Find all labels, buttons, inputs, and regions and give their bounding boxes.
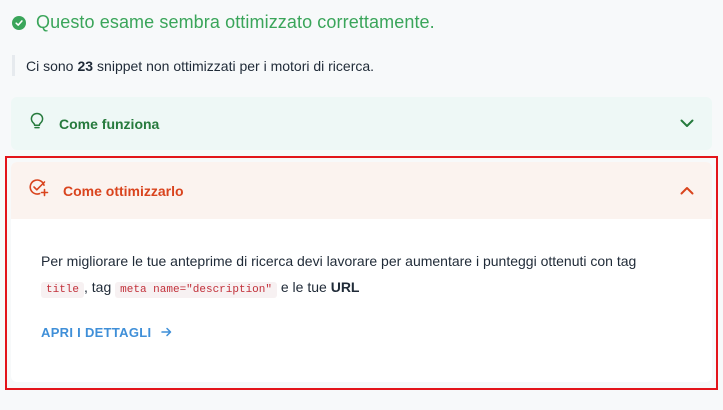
status-row: Questo esame sembra ottimizzato corretta… — [12, 12, 435, 33]
optimization-description: Per migliorare le tue anteprime di ricer… — [41, 248, 681, 303]
description-text-3: e le tue — [280, 279, 327, 295]
lightbulb-icon — [29, 112, 45, 135]
accordion-how-it-works-label: Come funziona — [59, 115, 160, 132]
description-text-2: , tag — [84, 279, 112, 295]
accordion-how-to-optimize-body: Per migliorare le tue anteprime di ricer… — [11, 219, 712, 342]
open-details-label: APRI I DETTAGLI — [41, 325, 152, 340]
chevron-up-icon[interactable] — [680, 182, 694, 200]
code-tag-meta-description: meta name="description" — [115, 282, 277, 298]
check-circle-icon — [12, 15, 26, 30]
description-text-1: Per migliorare le tue anteprime di ricer… — [41, 253, 637, 269]
snippet-count: 23 — [77, 57, 94, 74]
check-plus-icon — [29, 179, 49, 202]
open-details-link[interactable]: APRI I DETTAGLI — [41, 325, 172, 340]
status-text: Questo esame sembra ottimizzato corretta… — [36, 12, 435, 32]
chevron-down-icon[interactable] — [680, 115, 694, 133]
info-suffix: snippet non ottimizzati per i motori di … — [97, 57, 375, 74]
snippet-count-info: Ci sono 23 snippet non ottimizzati per i… — [12, 55, 374, 76]
accordion-how-to-optimize-header[interactable]: Come ottimizzarlo — [11, 162, 712, 219]
info-prefix: Ci sono — [26, 57, 74, 74]
code-tag-title: title — [41, 282, 85, 298]
url-label: URL — [330, 279, 360, 295]
accordion-how-to-optimize-label: Come ottimizzarlo — [63, 182, 184, 199]
arrow-right-icon — [161, 325, 172, 340]
accordion-how-it-works[interactable]: Come funziona — [11, 97, 712, 150]
accordion-how-to-optimize: Come ottimizzarlo Per migliorare le tue … — [11, 162, 712, 382]
